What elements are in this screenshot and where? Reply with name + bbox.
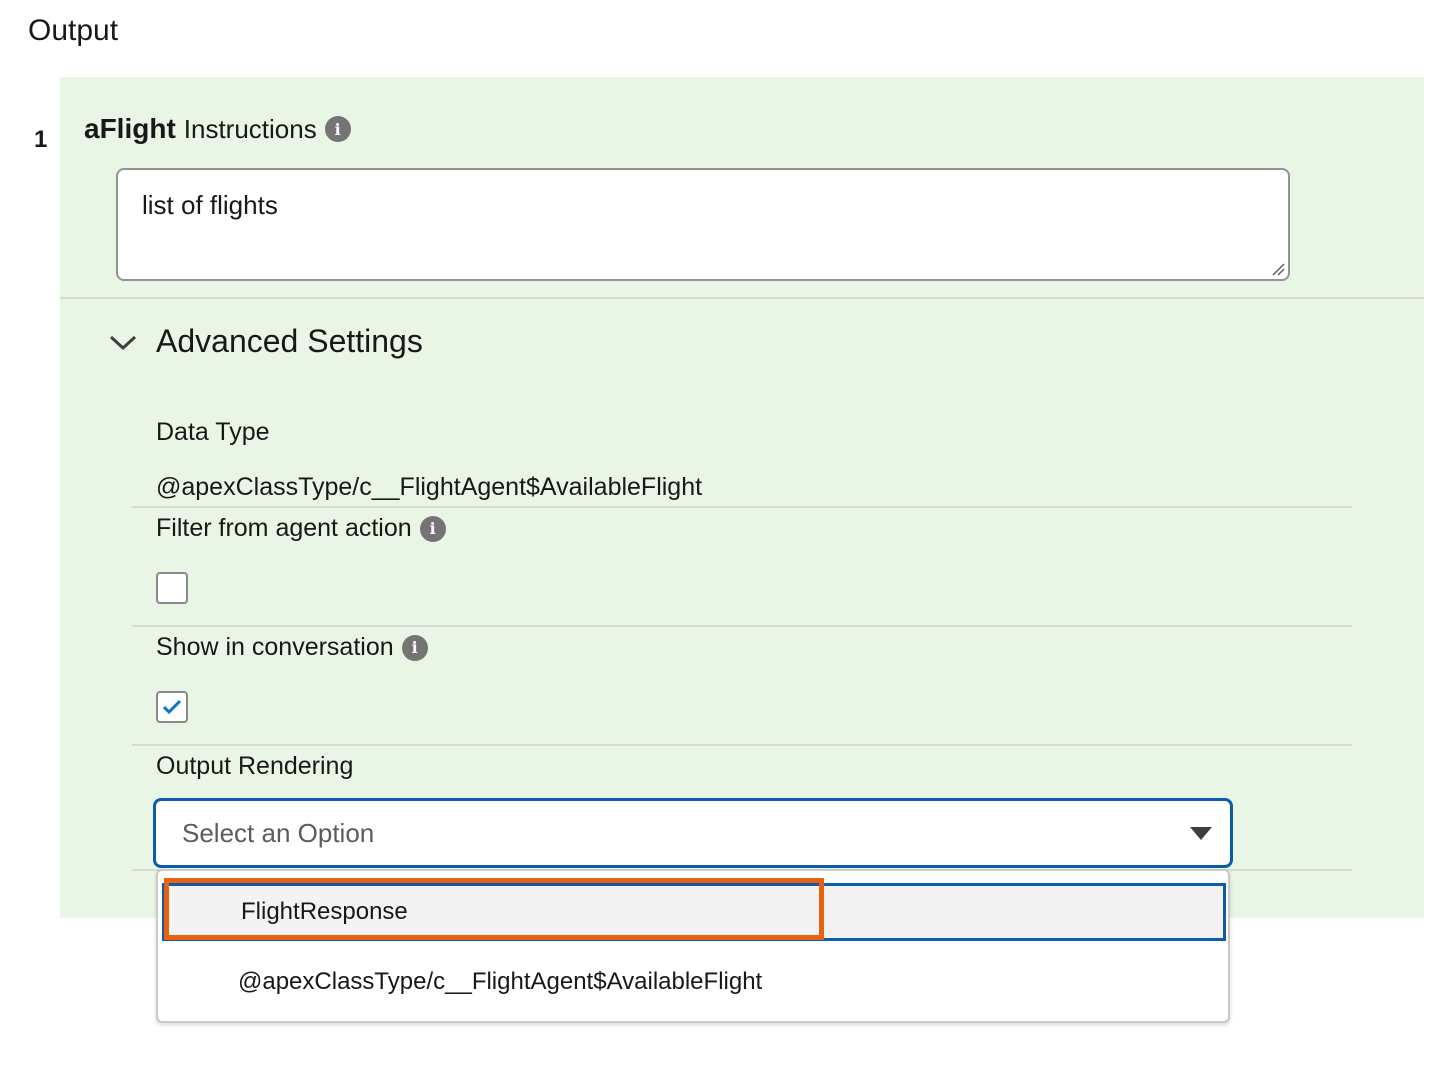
dropdown-listbox: FlightResponse @apexClassType/c__FlightA… (156, 869, 1230, 1023)
option-available-flight[interactable]: @apexClassType/c__FlightAgent$AvailableF… (158, 951, 1228, 1013)
data-type-label: Data Type (156, 418, 270, 446)
divider (132, 506, 1352, 508)
output-name: aFlight (84, 113, 176, 144)
show-label-text: Show in conversation (156, 633, 394, 661)
select-placeholder: Select an Option (182, 817, 375, 848)
instructions-label: Instructions (183, 113, 317, 144)
info-icon[interactable]: i (324, 116, 351, 142)
resize-grip-icon[interactable] (1271, 262, 1285, 276)
advanced-settings-title: Advanced Settings (156, 323, 423, 359)
advanced-settings-toggle[interactable]: Advanced Settings (108, 323, 423, 360)
show-in-conversation-checkbox[interactable] (156, 691, 188, 723)
filter-label-text: Filter from agent action (156, 514, 412, 542)
divider (132, 744, 1352, 746)
output-rendering-select[interactable]: Select an Option (153, 798, 1233, 868)
output-item-header: aFlight Instructions i list of flights (60, 77, 1424, 299)
data-type-value: @apexClassType/c__FlightAgent$AvailableF… (156, 473, 703, 501)
chevron-down-icon (109, 335, 137, 350)
dropdown-arrow-icon (1190, 827, 1212, 840)
info-icon[interactable]: i (401, 634, 428, 661)
instructions-header: aFlight Instructions i (84, 113, 351, 145)
row-number: 1 (34, 126, 48, 153)
instructions-textarea[interactable]: list of flights (116, 168, 1290, 281)
checkmark-icon (162, 699, 182, 715)
divider (132, 625, 1352, 627)
show-setting-label: Show in conversation i (156, 633, 428, 662)
filter-setting-label: Filter from agent action i (156, 514, 446, 543)
output-rendering-label: Output Rendering (156, 752, 354, 780)
filter-checkbox[interactable] (156, 572, 188, 604)
instructions-text: list of flights (142, 190, 278, 220)
info-icon[interactable]: i (419, 515, 446, 542)
option-flight-response[interactable]: FlightResponse (162, 883, 1226, 941)
output-item-panel: aFlight Instructions i list of flights A… (60, 77, 1424, 918)
section-title: Output (28, 14, 119, 47)
